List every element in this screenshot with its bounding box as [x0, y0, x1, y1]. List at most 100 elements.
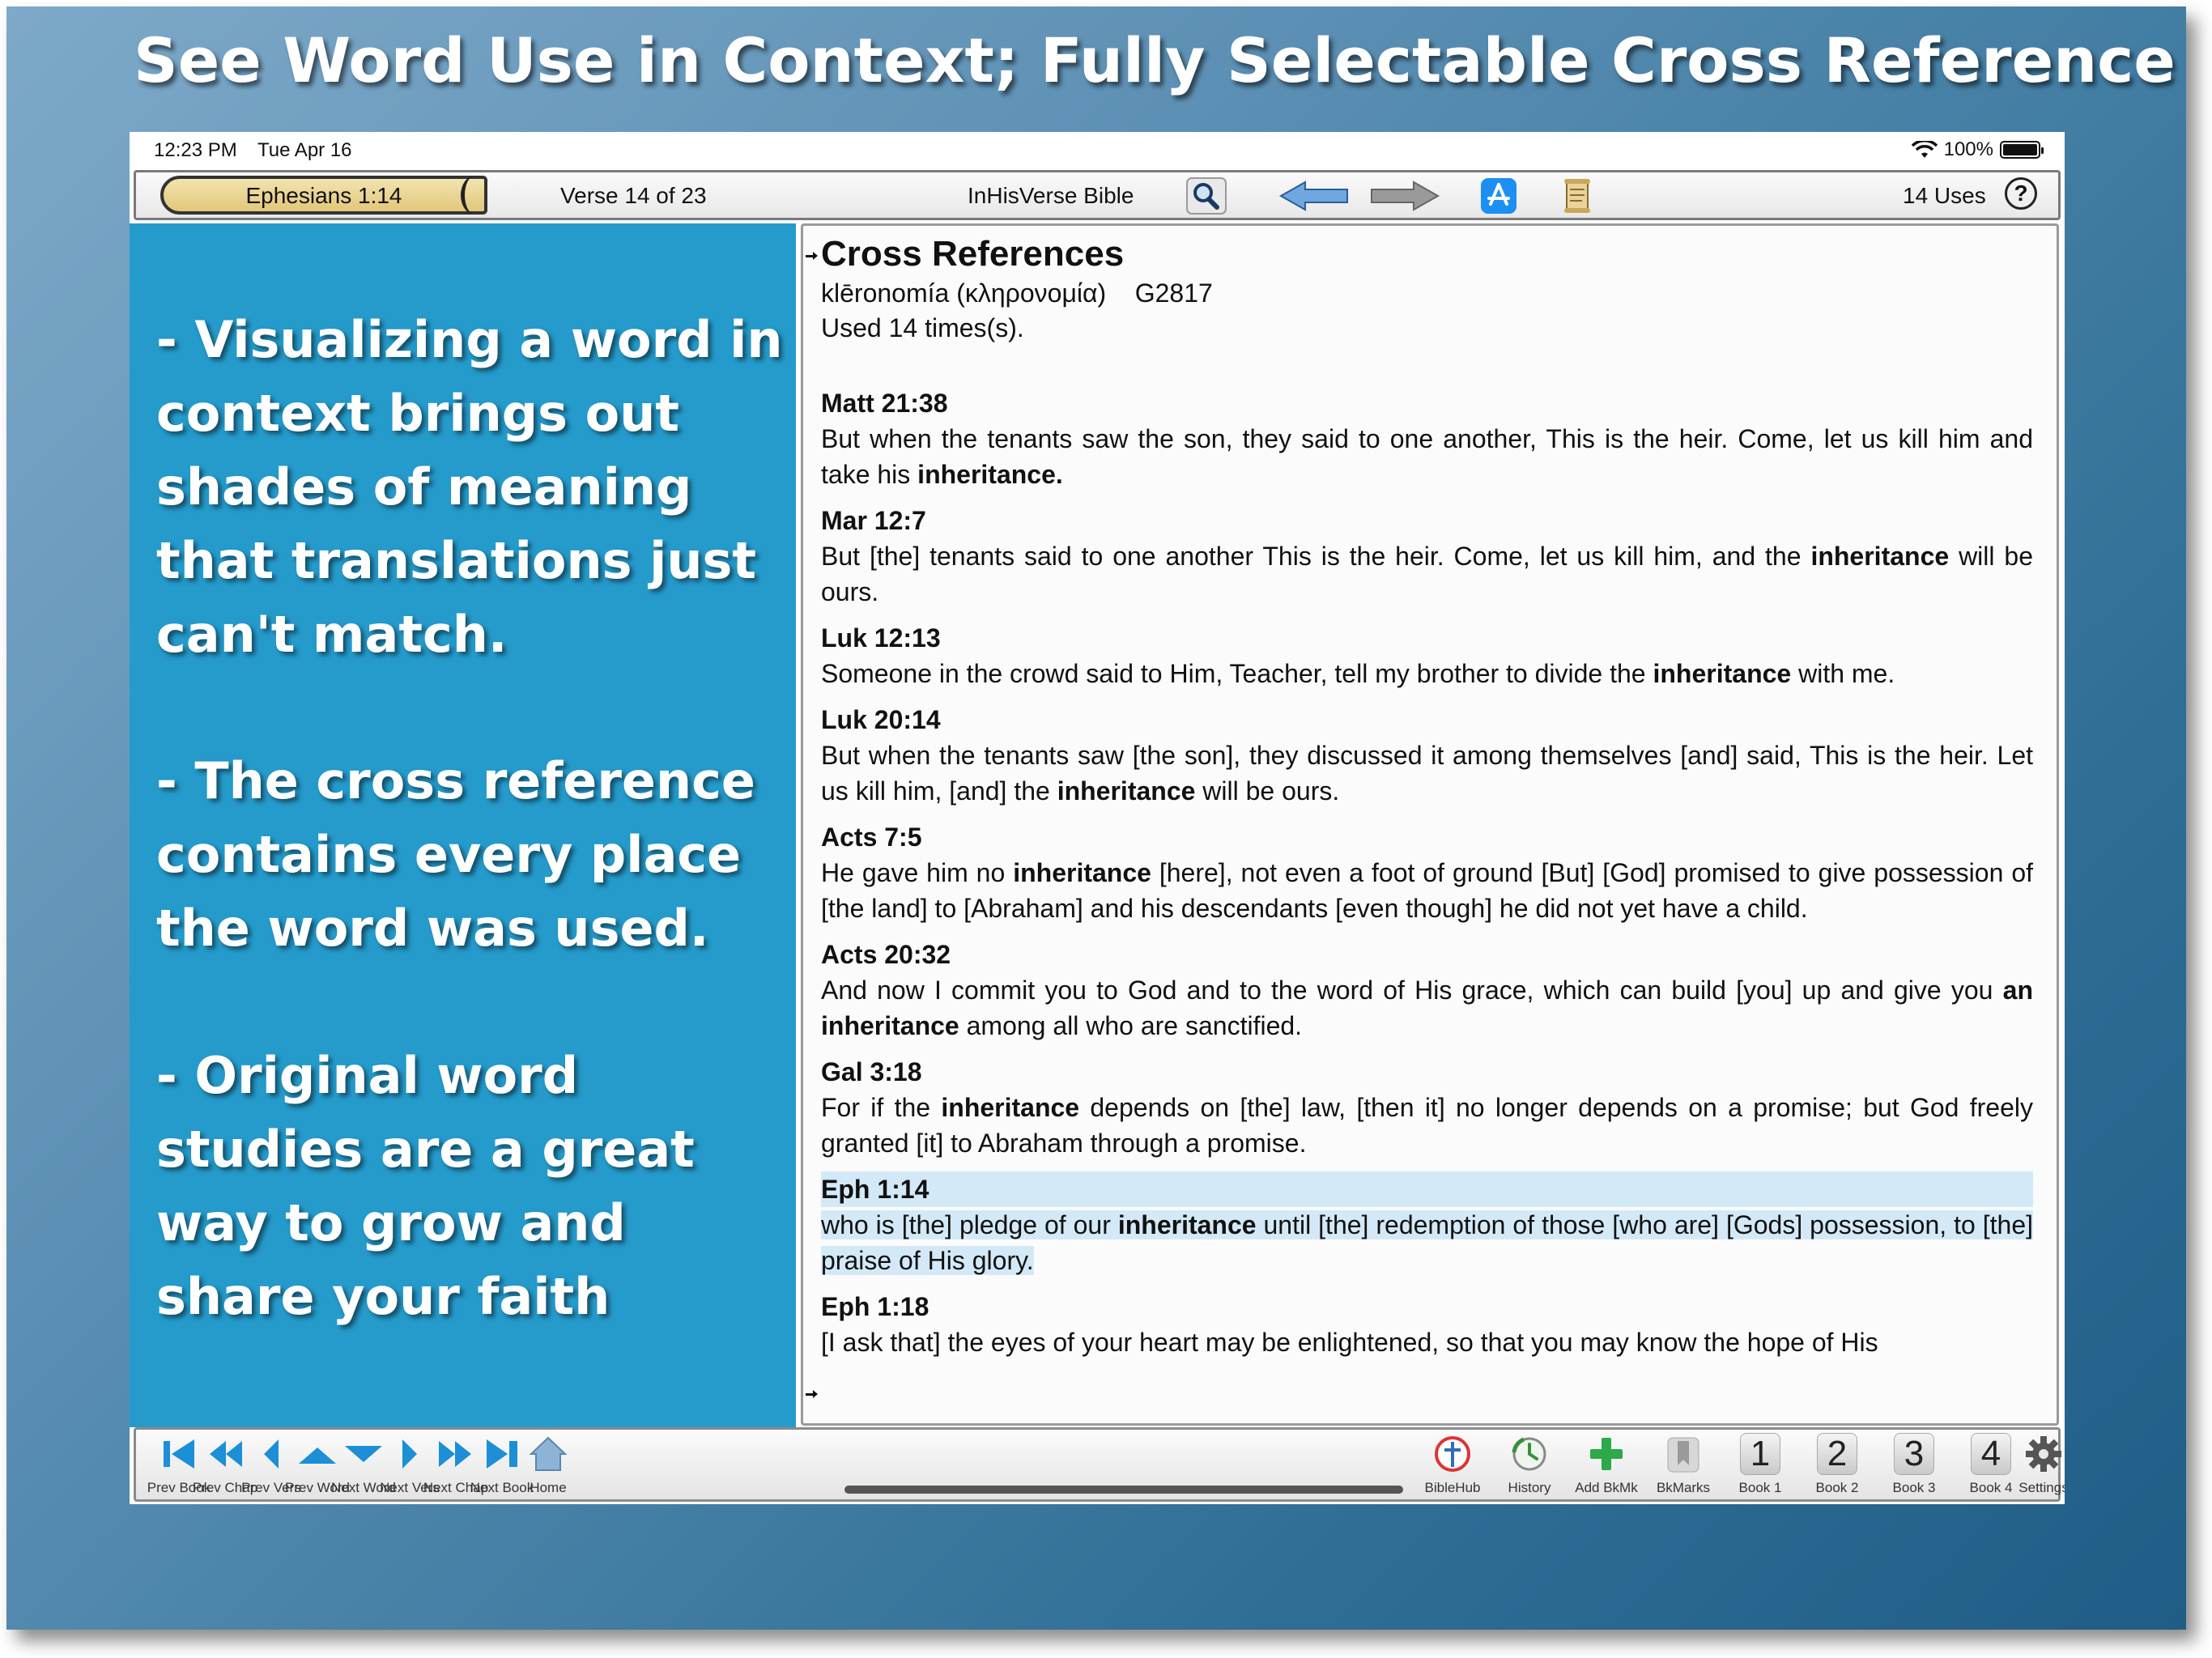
- verse-reference[interactable]: Acts 20:32: [821, 937, 2033, 972]
- back-arrow-icon[interactable]: [1278, 177, 1351, 215]
- verse-reference[interactable]: Luk 20:14: [821, 702, 2033, 738]
- bookmark-icon: [1667, 1437, 1699, 1473]
- cross-reference-entry[interactable]: Acts 20:32 And now I commit you to God an…: [821, 937, 2033, 1044]
- help-icon[interactable]: ?: [2005, 177, 2037, 210]
- toolbar-scrollbar[interactable]: [844, 1486, 1403, 1494]
- verse-reference[interactable]: Acts 7:5: [821, 819, 2033, 855]
- status-indicators: 100%: [1911, 138, 2044, 161]
- verse-text-part: But [the] tenants said to one another Th…: [821, 542, 1811, 571]
- cross-reference-entry[interactable]: Acts 7:5 He gave him no inheritance [here…: [821, 819, 2033, 926]
- verse-reference[interactable]: Mar 12:7: [821, 503, 2033, 538]
- gear-icon: [2026, 1436, 2061, 1472]
- verse-reference[interactable]: Luk 12:13: [821, 620, 2033, 656]
- search-icon[interactable]: [1186, 177, 1227, 215]
- highlighted-word: inheritance: [1057, 776, 1196, 806]
- info-point-context: - Visualizing a word in context brings o…: [156, 310, 783, 664]
- settings-button[interactable]: Settings: [2018, 1430, 2065, 1499]
- book-1-number: 1: [1740, 1433, 1780, 1475]
- headline: See Word Use in Context; Fully Selectabl…: [134, 24, 2176, 96]
- app-title: InHisVerse Bible: [968, 183, 1134, 208]
- verse-text-content: But [the] tenants said to one another Th…: [821, 542, 2033, 606]
- app-store-icon[interactable]: [1480, 177, 1517, 215]
- bookmarks-button[interactable]: BkMarks: [1643, 1430, 1724, 1499]
- device-screen: 12:23 PM Tue Apr 16 100% Ephesians 1:14 …: [130, 132, 2065, 1504]
- book-reference-button[interactable]: Ephesians 1:14: [160, 176, 487, 215]
- biblehub-button[interactable]: BibleHub: [1412, 1430, 1493, 1499]
- word-info: klēronomía (κληρονομία) G2817: [821, 278, 1213, 308]
- history-icon: [1512, 1437, 1546, 1471]
- verse-text-part: But when the tenants saw [the son], they…: [821, 741, 2033, 806]
- cross-reference-entry[interactable]: Eph 1:18 [I ask that] the eyes of your he…: [821, 1289, 2033, 1360]
- strongs-number: G2817: [1134, 278, 1213, 308]
- add-bookmark-icon: [1590, 1438, 1623, 1470]
- verse-text-content: He gave him no inheritance [here], not e…: [821, 858, 2033, 923]
- battery-icon: [2000, 141, 2044, 159]
- highlighted-word: inheritance.: [917, 460, 1063, 489]
- cross-references-heading: Cross References: [821, 234, 1125, 274]
- wifi-icon: [1911, 141, 1938, 158]
- verse-text[interactable]: Someone in the crowd said to Him, Teache…: [821, 656, 2033, 691]
- bottom-toolbar: Prev Book Prev Chap Prev Vers Prev Word …: [134, 1427, 2065, 1502]
- verse-reference-label: Eph 1:14: [821, 1175, 929, 1204]
- status-time: 12:23 PM: [154, 139, 237, 161]
- history-button[interactable]: History: [1489, 1430, 1570, 1499]
- verse-reference[interactable]: Matt 21:38: [821, 385, 2033, 421]
- verse-text-content: Someone in the crowd said to Him, Teache…: [821, 659, 1895, 688]
- book-1-button[interactable]: 1 Book 1: [1720, 1430, 1801, 1499]
- book-2-number: 2: [1817, 1433, 1857, 1475]
- verse-text[interactable]: But when the tenants saw [the son], they…: [821, 738, 2033, 809]
- verse-text[interactable]: And now I commit you to God and to the w…: [821, 972, 2033, 1044]
- verse-reference-label: Eph 1:18: [821, 1292, 929, 1321]
- info-point-word-studies: - Original word studies are a great way …: [156, 1046, 695, 1326]
- add-bookmark-button[interactable]: Add BkMk: [1566, 1430, 1647, 1499]
- verse-text-part: among all who are sanctified.: [959, 1011, 1303, 1040]
- verse-text[interactable]: But when the tenants saw the son, they s…: [821, 421, 2033, 492]
- greek-word: klēronomía (κληρονομία): [821, 278, 1107, 308]
- verse-text-part: He gave him no: [821, 858, 1014, 887]
- info-point-cross-reference: - The cross reference contains every pla…: [156, 751, 755, 958]
- highlighted-word: inheritance: [1810, 542, 1950, 571]
- verse-text[interactable]: [I ask that] the eyes of your heart may …: [821, 1324, 2033, 1360]
- verse-reference[interactable]: Gal 3:18: [821, 1054, 2033, 1090]
- verse-text-content: But when the tenants saw [the son], they…: [821, 741, 2033, 806]
- verse-position: Verse 14 of 23: [560, 183, 707, 208]
- verse-text[interactable]: But [the] tenants said to one another Th…: [821, 538, 2033, 610]
- verse-text-content: But when the tenants saw the son, they s…: [821, 424, 2033, 489]
- cross-reference-entry[interactable]: Luk 20:14 But when the tenants saw [the s…: [821, 702, 2033, 809]
- verse-reference-label: Acts 20:32: [821, 940, 951, 969]
- cross-reference-entry[interactable]: Luk 12:13 Someone in the crowd said to Hi…: [821, 620, 2033, 691]
- verse-text[interactable]: For if the inheritance depends on [the] …: [821, 1090, 2033, 1161]
- verse-text[interactable]: who is [the] pledge of our inheritance u…: [821, 1207, 2033, 1278]
- cross-reference-entry[interactable]: Gal 3:18 For if the inheritance depends o…: [821, 1054, 2033, 1161]
- verse-reference[interactable]: Eph 1:14: [821, 1171, 2033, 1207]
- verse-reference[interactable]: Eph 1:18: [821, 1289, 2033, 1324]
- verse-text-part: And now I commit you to God and to the w…: [821, 976, 2003, 1005]
- biblehub-icon: [1435, 1436, 1470, 1472]
- verse-text-content: And now I commit you to God and to the w…: [821, 976, 2033, 1040]
- selection-start-marker[interactable]: [806, 252, 818, 260]
- cross-reference-list: Matt 21:38 But when the tenants saw the s…: [821, 385, 2033, 1371]
- usage-count: Used 14 times(s).: [821, 313, 1024, 342]
- home-button[interactable]: Home: [508, 1430, 589, 1499]
- forward-arrow-icon[interactable]: [1368, 177, 1441, 215]
- verse-reference-label: Matt 21:38: [821, 389, 948, 418]
- status-bar: 12:23 PM Tue Apr 16 100%: [130, 132, 2065, 168]
- verse-text-content: For if the inheritance depends on [the] …: [821, 1093, 2033, 1158]
- verse-text-part: will be ours.: [1195, 776, 1340, 806]
- cross-reference-entry[interactable]: Matt 21:38 But when the tenants saw the s…: [821, 385, 2033, 492]
- verse-text-part: who is [the] pledge of our: [821, 1210, 1118, 1239]
- highlighted-word: inheritance: [1013, 858, 1151, 887]
- book-3-button[interactable]: 3 Book 3: [1874, 1430, 1955, 1499]
- selection-end-marker[interactable]: [806, 1390, 818, 1398]
- cross-reference-entry[interactable]: Mar 12:7 But [the] tenants said to one an…: [821, 503, 2033, 610]
- scroll-icon[interactable]: [1561, 177, 1593, 215]
- cross-reference-panel[interactable]: Cross References klēronomía (κληρονομία)…: [801, 223, 2059, 1426]
- verse-reference-label: Gal 3:18: [821, 1057, 922, 1086]
- verse-text[interactable]: He gave him no inheritance [here], not e…: [821, 855, 2033, 926]
- highlighted-word: inheritance: [1653, 659, 1792, 688]
- verse-text-content: who is [the] pledge of our inheritance u…: [821, 1210, 2033, 1275]
- uses-count[interactable]: 14 Uses: [1903, 183, 1986, 209]
- book-2-button[interactable]: 2 Book 2: [1797, 1430, 1878, 1499]
- cross-reference-entry[interactable]: Eph 1:14 who is [the] pledge of our inher…: [821, 1171, 2033, 1278]
- battery-percent: 100%: [1943, 138, 1993, 160]
